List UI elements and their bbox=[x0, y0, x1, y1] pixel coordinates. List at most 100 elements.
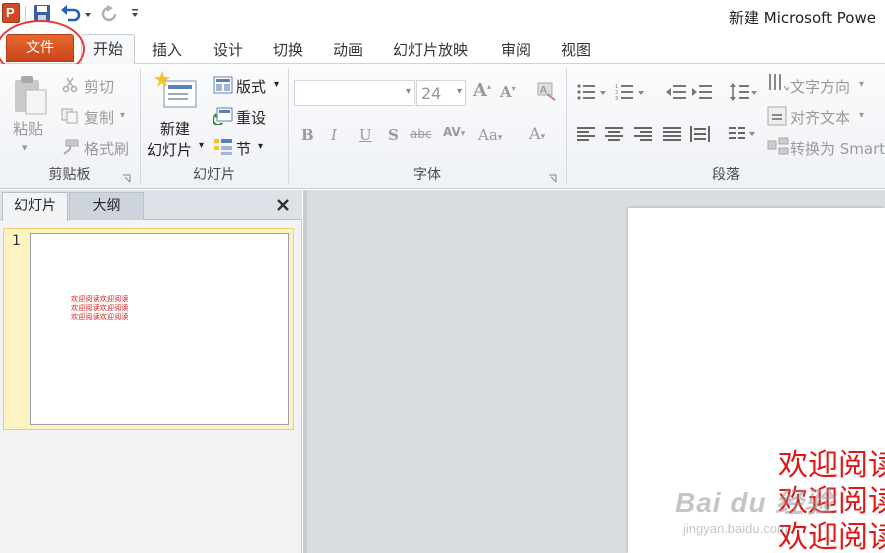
format-painter-icon bbox=[60, 139, 80, 159]
slides-panel: 幻灯片 大纲 1 欢迎阅读欢迎阅读 欢迎阅读欢迎阅读 欢迎阅读欢迎阅读 bbox=[0, 190, 302, 553]
slide-editing-area: 欢迎阅读 欢迎阅读 欢迎阅读 Bai du 经验 jingyan.baidu.c… bbox=[303, 190, 885, 553]
thumbnail-text-line: 欢迎阅读欢迎阅读 bbox=[71, 313, 129, 321]
section-button[interactable]: 节 bbox=[236, 138, 251, 159]
font-name-dropdown-icon[interactable]: ▾ bbox=[406, 86, 411, 97]
paragraph-group: 123 文字方向 ▾ 对齐文本 ▾ 转换为 Smart 段落 bbox=[567, 64, 885, 188]
font-color-icon[interactable]: A▾ bbox=[529, 124, 545, 143]
strikethrough-icon[interactable]: abc bbox=[410, 127, 432, 141]
tab-review[interactable]: 审阅 bbox=[501, 39, 531, 60]
layout-dropdown-icon[interactable]: ▾ bbox=[274, 79, 279, 90]
bullets-icon[interactable] bbox=[577, 83, 607, 105]
tab-file[interactable]: 文件 bbox=[6, 34, 74, 62]
distribute-icon[interactable] bbox=[689, 125, 711, 147]
tab-home[interactable]: 开始 bbox=[81, 34, 135, 65]
tab-transitions[interactable]: 切换 bbox=[273, 39, 303, 60]
reset-icon bbox=[212, 107, 233, 129]
slide-thumbnail-item[interactable]: 1 欢迎阅读欢迎阅读 欢迎阅读欢迎阅读 欢迎阅读欢迎阅读 bbox=[3, 228, 294, 430]
copy-button[interactable]: 复制 bbox=[84, 107, 114, 128]
reset-button[interactable]: 重设 bbox=[236, 107, 266, 128]
numbering-icon[interactable]: 123 bbox=[615, 83, 645, 105]
clipboard-group: 粘贴 ▾ 剪切 复制 ▾ 格式刷 剪贴板 bbox=[0, 64, 139, 188]
font-group: ▾ 24 ▾ A▴ A▾ A B I U S abc AV▾ Aa▾ A▾ 字体 bbox=[289, 64, 565, 188]
svg-text:3: 3 bbox=[615, 96, 618, 101]
text-direction-button[interactable]: 文字方向 bbox=[790, 76, 850, 97]
new-slide-icon[interactable] bbox=[154, 71, 198, 115]
tab-outline[interactable]: 大纲 bbox=[69, 192, 144, 220]
layout-icon bbox=[213, 76, 233, 98]
svg-text:A: A bbox=[540, 85, 547, 96]
font-group-label: 字体 bbox=[413, 167, 441, 183]
line-spacing-icon[interactable] bbox=[729, 81, 757, 107]
divider bbox=[25, 6, 26, 22]
underline-icon[interactable]: U bbox=[359, 126, 372, 144]
tab-slides[interactable]: 幻灯片 bbox=[2, 192, 68, 221]
powerpoint-logo-icon[interactable]: P bbox=[2, 3, 20, 23]
font-size-combobox[interactable]: 24 ▾ bbox=[416, 80, 466, 106]
close-icon[interactable] bbox=[274, 196, 292, 214]
shrink-font-icon[interactable]: A▾ bbox=[500, 83, 516, 101]
font-size-dropdown-icon[interactable]: ▾ bbox=[457, 86, 462, 97]
increase-indent-icon[interactable] bbox=[691, 83, 713, 105]
slide-number: 1 bbox=[12, 233, 21, 249]
slide-thumbnail[interactable]: 欢迎阅读欢迎阅读 欢迎阅读欢迎阅读 欢迎阅读欢迎阅读 bbox=[30, 233, 289, 425]
title-bar: P 新建 Microsoft Powe bbox=[0, 0, 885, 33]
copy-dropdown-icon[interactable]: ▾ bbox=[120, 110, 125, 121]
new-slide-label[interactable]: 新建 bbox=[160, 118, 190, 139]
splitter[interactable] bbox=[303, 190, 307, 553]
scissors-icon bbox=[62, 77, 78, 97]
section-dropdown-icon[interactable]: ▾ bbox=[258, 141, 263, 152]
section-icon bbox=[213, 138, 233, 160]
copy-icon bbox=[61, 108, 79, 128]
text-direction-icon[interactable] bbox=[767, 72, 791, 98]
tab-design[interactable]: 设计 bbox=[213, 39, 243, 60]
tab-animations[interactable]: 动画 bbox=[333, 39, 363, 60]
customize-toolbar-icon[interactable] bbox=[130, 4, 140, 24]
convert-to-smartart-button[interactable]: 转换为 Smart bbox=[790, 138, 885, 159]
paste-icon[interactable] bbox=[12, 74, 50, 120]
italic-icon[interactable]: I bbox=[331, 126, 337, 144]
paste-button[interactable]: 粘贴 bbox=[13, 118, 43, 139]
decrease-indent-icon[interactable] bbox=[665, 83, 687, 105]
save-icon[interactable] bbox=[33, 4, 53, 24]
undo-icon[interactable] bbox=[60, 4, 82, 24]
align-text-button[interactable]: 对齐文本 bbox=[790, 107, 850, 128]
slide-canvas[interactable]: 欢迎阅读 欢迎阅读 欢迎阅读 bbox=[628, 208, 885, 553]
align-right-icon[interactable] bbox=[633, 126, 653, 146]
ribbon: 粘贴 ▾ 剪切 复制 ▾ 格式刷 剪贴板 新建 幻灯片 ▾ 版式 ▾ 重设 节 … bbox=[0, 64, 885, 189]
bold-icon[interactable]: B bbox=[301, 126, 314, 144]
change-case-icon[interactable]: Aa▾ bbox=[478, 126, 502, 144]
font-size-value: 24 bbox=[421, 84, 442, 103]
align-text-icon[interactable] bbox=[767, 106, 789, 130]
window-title: 新建 Microsoft Powe bbox=[729, 9, 876, 27]
layout-button[interactable]: 版式 bbox=[236, 76, 266, 97]
ribbon-tabs: 文件 开始 插入 设计 切换 动画 幻灯片放映 审阅 视图 bbox=[0, 33, 885, 65]
slides-group-label: 幻灯片 bbox=[193, 167, 235, 183]
dialog-launcher-icon[interactable] bbox=[122, 172, 132, 183]
columns-icon[interactable] bbox=[728, 126, 756, 146]
smartart-icon[interactable] bbox=[767, 137, 789, 161]
cut-button[interactable]: 剪切 bbox=[84, 76, 114, 97]
align-center-icon[interactable] bbox=[604, 126, 624, 146]
new-slide-dropdown-icon[interactable]: ▾ bbox=[199, 140, 204, 151]
grow-font-icon[interactable]: A▴ bbox=[473, 80, 491, 101]
tab-view[interactable]: 视图 bbox=[561, 39, 591, 60]
slides-group: 新建 幻灯片 ▾ 版式 ▾ 重设 节 ▾ 幻灯片 bbox=[141, 64, 287, 188]
shadow-icon[interactable]: S bbox=[388, 126, 399, 144]
slide-text-line[interactable]: 欢迎阅读 bbox=[778, 512, 885, 553]
panel-tabs: 幻灯片 大纲 bbox=[0, 190, 302, 221]
new-slide-button[interactable]: 幻灯片 bbox=[147, 139, 192, 160]
redo-icon[interactable] bbox=[99, 4, 119, 24]
clear-formatting-icon[interactable]: A bbox=[535, 80, 557, 106]
justify-icon[interactable] bbox=[662, 126, 682, 146]
paste-dropdown-icon[interactable]: ▾ bbox=[22, 141, 28, 154]
tab-slideshow[interactable]: 幻灯片放映 bbox=[393, 39, 468, 60]
format-painter-button[interactable]: 格式刷 bbox=[84, 138, 129, 159]
tab-insert[interactable]: 插入 bbox=[152, 39, 182, 60]
align-text-dropdown-icon[interactable]: ▾ bbox=[859, 110, 864, 121]
character-spacing-icon[interactable]: AV▾ bbox=[443, 125, 465, 139]
align-left-icon[interactable] bbox=[576, 126, 596, 146]
font-name-combobox[interactable]: ▾ bbox=[294, 80, 415, 106]
text-direction-dropdown-icon[interactable]: ▾ bbox=[859, 79, 864, 90]
dialog-launcher-icon[interactable] bbox=[548, 172, 558, 183]
undo-dropdown-icon[interactable] bbox=[84, 4, 92, 24]
